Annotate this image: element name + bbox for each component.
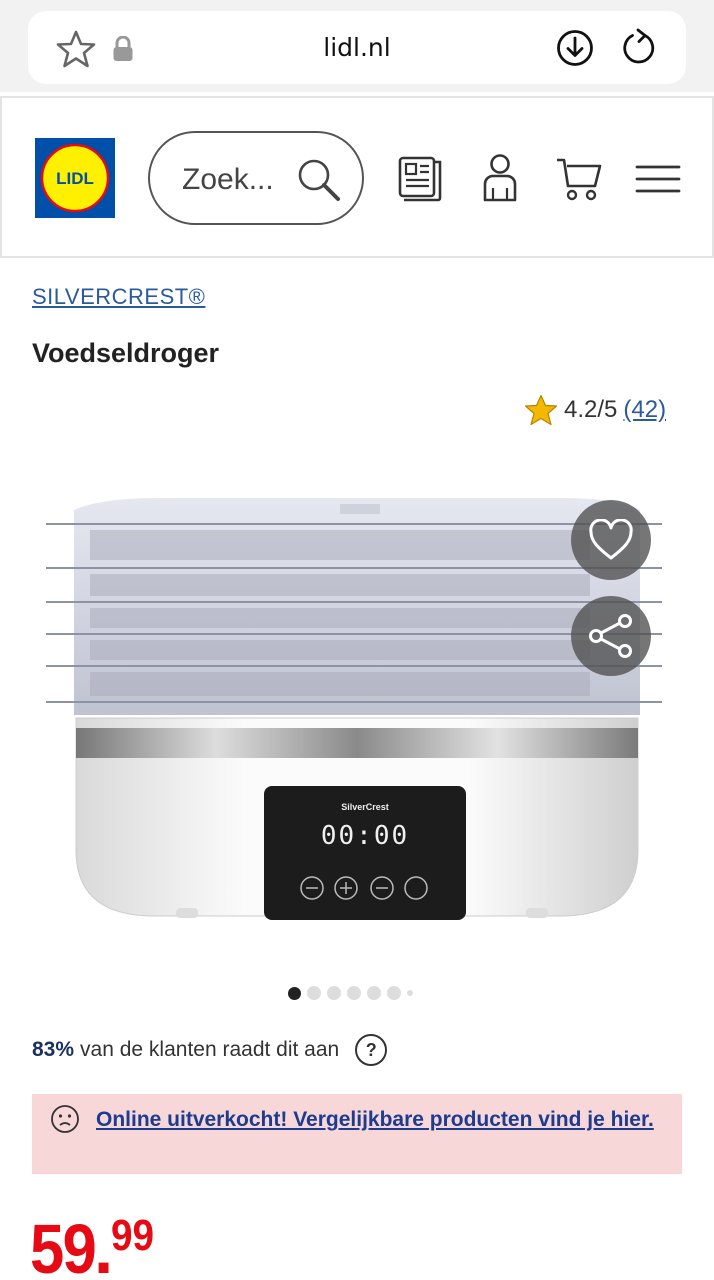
gallery-dot-active[interactable] <box>288 986 301 1000</box>
gallery-dot[interactable] <box>367 986 381 1000</box>
site-header: LIDL Zoek... <box>0 96 714 258</box>
recommend-percentage: 83% <box>32 1038 75 1061</box>
logo-text: LIDL <box>56 169 94 188</box>
reload-icon[interactable] <box>620 27 658 67</box>
price-decimals: 99 <box>111 1211 155 1260</box>
soldout-alert: Online uitverkocht! Vergelijkbare produc… <box>32 1094 682 1174</box>
download-icon[interactable] <box>556 29 594 67</box>
price: 59 . 99 <box>30 1214 160 1280</box>
share-icon <box>589 614 632 658</box>
help-button[interactable]: ? <box>355 1034 388 1066</box>
brand-link[interactable]: SILVERCREST® <box>32 284 205 310</box>
gallery-dot[interactable] <box>347 986 361 1000</box>
product-title: Voedseldroger <box>32 338 220 368</box>
account-icon[interactable] <box>480 152 520 202</box>
share-button[interactable] <box>571 596 651 676</box>
leaflet-icon[interactable] <box>398 154 444 202</box>
rating-star-icon <box>524 394 558 426</box>
search-icon[interactable] <box>296 157 342 203</box>
price-integer: 59 <box>30 1210 97 1280</box>
cart-icon[interactable] <box>555 156 603 202</box>
lidl-logo[interactable]: LIDL <box>35 138 115 218</box>
rating-value: 4.2/5 <box>564 396 618 423</box>
panel-brand: SilverCrest <box>341 802 389 812</box>
rating[interactable]: 4.2/5 (42) <box>524 394 666 426</box>
gallery-dot[interactable] <box>387 986 401 1000</box>
gallery-dot[interactable] <box>327 986 341 1000</box>
recommendation: 83% van de klanten raadt dit aan ? <box>32 1034 388 1066</box>
address-bar[interactable]: lidl.nl <box>28 11 686 84</box>
browser-toolbar: lidl.nl <box>0 0 714 92</box>
heart-icon <box>589 519 633 560</box>
menu-icon[interactable] <box>635 164 681 194</box>
panel-display: 00:00 <box>321 821 409 851</box>
review-count-link[interactable]: (42) <box>623 396 666 424</box>
search-placeholder: Zoek... <box>182 163 274 196</box>
soldout-link[interactable]: Online uitverkocht! Vergelijkbare produc… <box>96 1104 656 1136</box>
sad-face-icon <box>51 1105 79 1133</box>
recommend-text: van de klanten raadt dit aan <box>80 1038 340 1061</box>
search-input[interactable]: Zoek... <box>148 131 364 225</box>
wishlist-button[interactable] <box>571 500 651 580</box>
gallery-dot[interactable] <box>307 986 321 1000</box>
gallery-dot[interactable] <box>407 990 413 996</box>
gallery-pagination[interactable] <box>288 986 413 1000</box>
